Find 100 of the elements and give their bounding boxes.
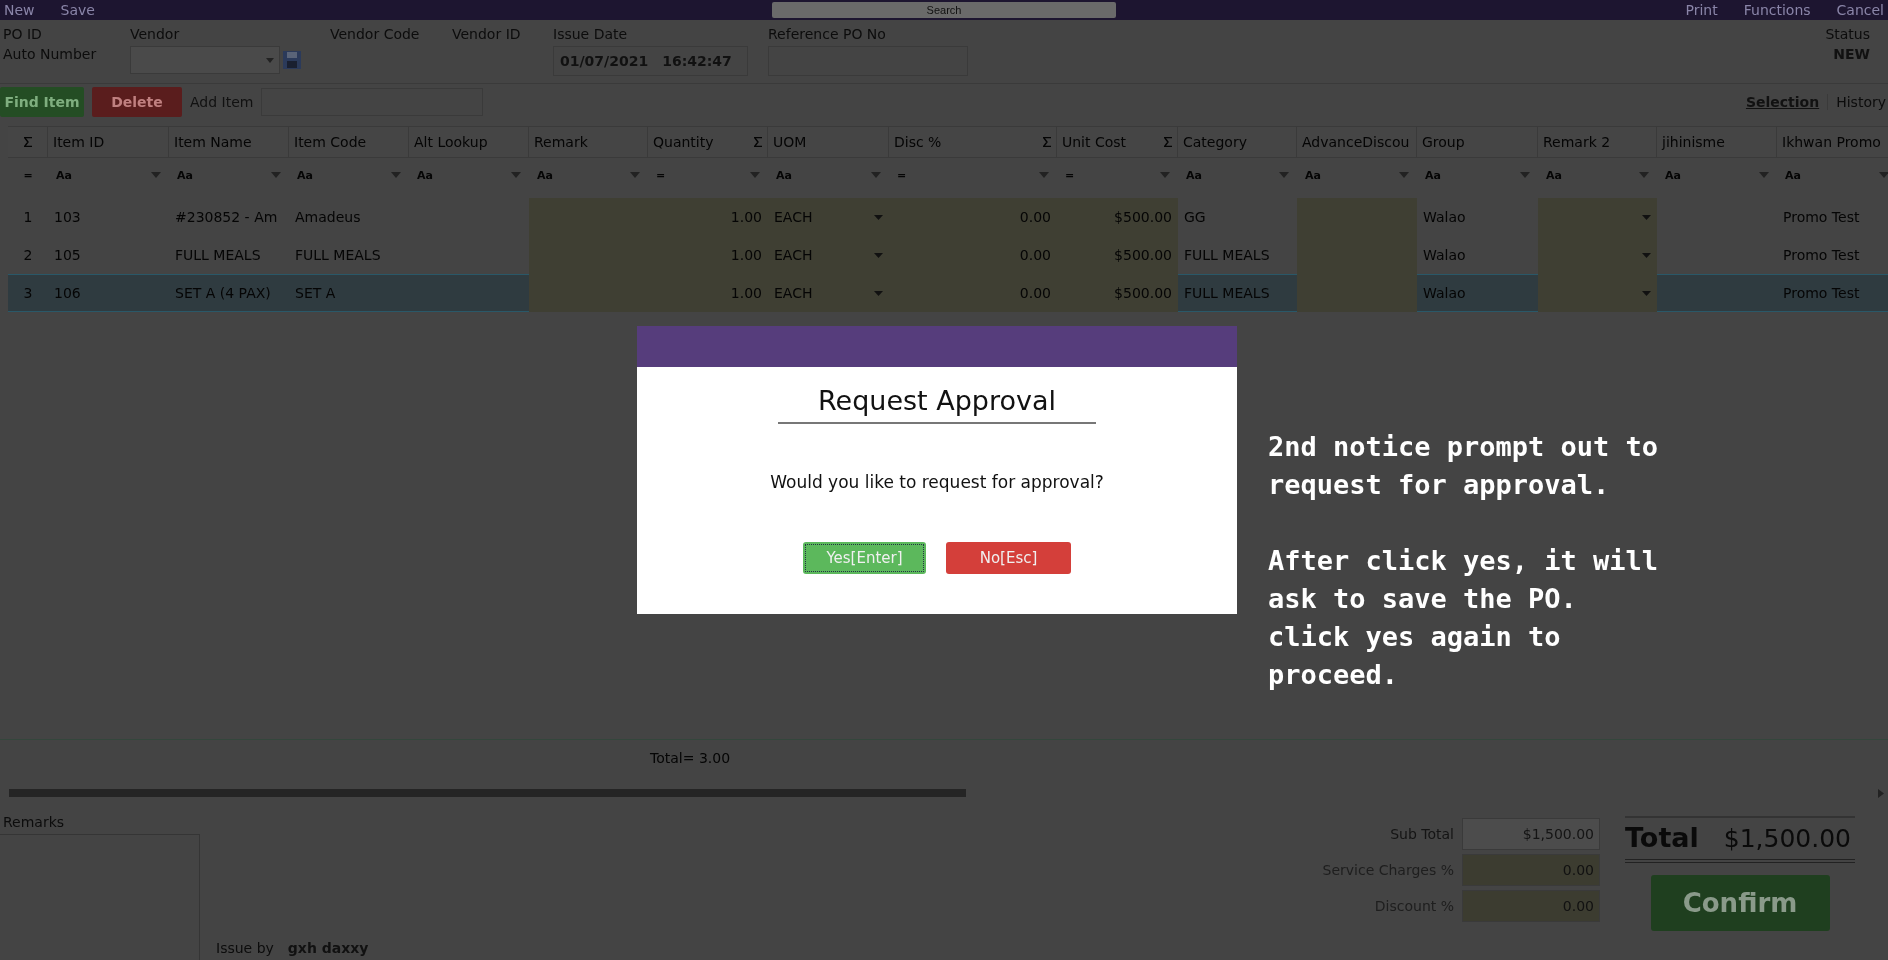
- dialog-message: Would you like to request for approval?: [770, 472, 1104, 492]
- filter-caret-icon[interactable]: [1759, 172, 1769, 178]
- scroll-right-icon[interactable]: [1878, 788, 1884, 798]
- filter-operator[interactable]: Aa: [1785, 168, 1801, 182]
- table-cell: Walao: [1417, 274, 1538, 312]
- yes-button[interactable]: Yes[Enter]: [803, 542, 926, 574]
- filter-operator[interactable]: =: [23, 168, 33, 182]
- column-title: Disc %: [894, 134, 942, 150]
- table-cell-text: Promo Test: [1782, 208, 1861, 227]
- filter-operator[interactable]: Aa: [1665, 168, 1681, 182]
- dialog-title: Request Approval: [777, 385, 1097, 424]
- field-label: Vendor: [130, 26, 181, 42]
- filter-operator[interactable]: Aa: [1305, 168, 1321, 182]
- field-label: Status: [1825, 26, 1870, 42]
- filter-operator[interactable]: Aa: [1186, 168, 1202, 182]
- filter-caret-icon[interactable]: [151, 172, 161, 178]
- find-item-button[interactable]: Find Item: [0, 87, 84, 117]
- table-cell: Promo Test: [1777, 274, 1888, 312]
- filter-caret-icon[interactable]: [871, 172, 881, 178]
- filter-caret-icon[interactable]: [630, 172, 640, 178]
- table-cell-text: Promo Test: [1782, 246, 1861, 265]
- table-cell-text: FULL MEALS: [174, 246, 262, 265]
- field-label: Issue Date: [553, 26, 629, 42]
- table-cell-text: GG: [1183, 208, 1207, 227]
- save-icon[interactable]: [282, 50, 302, 70]
- column-title: Remark: [534, 134, 588, 150]
- table-cell: 3: [8, 274, 48, 312]
- table-cell-text: #230852 - Am: [174, 208, 279, 227]
- column-title: Item Name: [174, 134, 252, 150]
- toolbar-action[interactable]: Save: [60, 1, 95, 19]
- filter-caret-icon[interactable]: [1639, 172, 1649, 178]
- view-link[interactable]: History: [1836, 94, 1888, 110]
- table-cell: $500.00: [1057, 274, 1178, 312]
- filter-operator[interactable]: Aa: [56, 168, 72, 182]
- confirm-button[interactable]: Confirm: [1650, 875, 1830, 931]
- filter-operator[interactable]: =: [1065, 168, 1075, 182]
- filter-caret-icon[interactable]: [511, 172, 521, 178]
- field-label: Vendor Code: [330, 26, 421, 42]
- caret-icon[interactable]: [874, 214, 883, 220]
- caret-icon: [266, 57, 274, 63]
- filter-operator[interactable]: Aa: [1546, 168, 1562, 182]
- filter-operator[interactable]: =: [897, 168, 907, 182]
- filter-operator[interactable]: Aa: [537, 168, 553, 182]
- table-cell-text: 103: [53, 208, 82, 227]
- field-label: Remarks: [2, 814, 66, 830]
- filter-operator[interactable]: Aa: [177, 168, 193, 182]
- filter-caret-icon[interactable]: [1160, 172, 1170, 178]
- table-cell: $500.00: [1057, 198, 1178, 236]
- toolbar-action[interactable]: Print: [1685, 1, 1718, 19]
- caret-icon[interactable]: [1642, 252, 1651, 258]
- filter-operator[interactable]: Aa: [417, 168, 433, 182]
- delete-button[interactable]: Delete: [92, 87, 182, 117]
- annotation-text: After click yes, it will ask to save the PO. click yes again to proceed.: [1268, 544, 1659, 692]
- filter-operator[interactable]: =: [656, 168, 666, 182]
- vendor-dropdown[interactable]: [130, 46, 280, 74]
- column-title: Category: [1183, 134, 1247, 150]
- total-label: Total: [1625, 822, 1699, 853]
- filter-caret-icon[interactable]: [1879, 172, 1888, 178]
- filter-operator[interactable]: Aa: [297, 168, 313, 182]
- filter-caret-icon[interactable]: [1039, 172, 1049, 178]
- column-title: Remark 2: [1543, 134, 1611, 150]
- filter-caret-icon[interactable]: [1399, 172, 1409, 178]
- toolbar-action[interactable]: New: [4, 1, 35, 19]
- table-cell: FULL MEALS: [1178, 274, 1297, 312]
- scrollbar-thumb[interactable]: [9, 789, 966, 797]
- filter-caret-icon[interactable]: [1520, 172, 1530, 178]
- search-field[interactable]: Search: [772, 2, 1116, 18]
- table-cell: 0.00: [889, 198, 1057, 236]
- filter-caret-icon[interactable]: [271, 172, 281, 178]
- caret-icon[interactable]: [874, 252, 883, 258]
- table-cell: 0.00: [889, 236, 1057, 274]
- table-cell: SET A: [289, 274, 409, 312]
- table-cell: $500.00: [1057, 236, 1178, 274]
- filter-caret-icon[interactable]: [750, 172, 760, 178]
- field-label: Reference PO No: [768, 26, 887, 42]
- filter-operator[interactable]: Aa: [1425, 168, 1441, 182]
- toolbar-action[interactable]: Cancel: [1836, 1, 1884, 19]
- field-label: Issue by: [216, 940, 274, 956]
- table-cell-text: Walao: [1422, 208, 1467, 227]
- caret-icon[interactable]: [1642, 214, 1651, 220]
- po-id-value: Auto Number: [3, 46, 98, 62]
- column-title: UOM: [773, 134, 807, 150]
- column-title: Unit Cost: [1062, 134, 1127, 150]
- column-title: Item Code: [294, 134, 367, 150]
- table-cell: EACH: [768, 198, 889, 236]
- table-cell-text: 1: [22, 208, 34, 227]
- column-title: Quantity: [653, 134, 714, 150]
- filter-operator[interactable]: Aa: [776, 168, 792, 182]
- caret-icon[interactable]: [874, 290, 883, 296]
- table-cell: 1.00: [648, 236, 768, 274]
- no-button[interactable]: No[Esc]: [946, 542, 1071, 574]
- table-cell-text: 105: [53, 246, 82, 265]
- column-title: jihinisme: [1662, 134, 1725, 150]
- filter-caret-icon[interactable]: [391, 172, 401, 178]
- filter-caret-icon[interactable]: [1279, 172, 1289, 178]
- field-label: PO ID: [3, 26, 43, 42]
- caret-icon[interactable]: [1642, 290, 1651, 296]
- toolbar-action[interactable]: Functions: [1743, 1, 1811, 19]
- field-label: Vendor ID: [452, 26, 522, 42]
- column-title: Alt Lookup: [414, 134, 488, 150]
